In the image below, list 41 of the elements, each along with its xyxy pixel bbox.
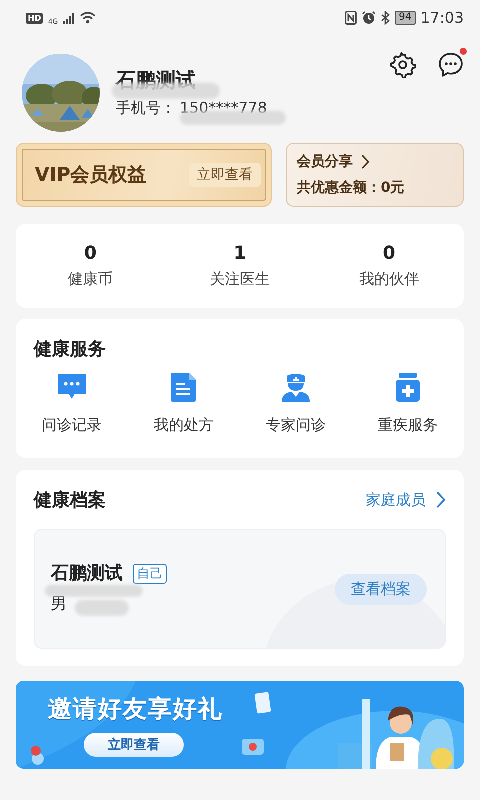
nurse-icon — [280, 372, 312, 404]
stat-label: 关注医生 — [210, 270, 270, 289]
stat-value: 1 — [234, 243, 246, 264]
chevron-icon — [436, 491, 446, 509]
alarm-icon — [362, 11, 376, 25]
service-item[interactable]: 我的处方 — [154, 416, 214, 435]
view-button[interactable]: 立即查看 — [189, 163, 261, 187]
redaction-blur — [75, 600, 129, 616]
family-members-link[interactable]: 家庭成员 — [366, 490, 426, 510]
savings-text: 共优惠金额：0元 — [297, 179, 406, 197]
phone-number: 150****778 — [180, 98, 268, 118]
service-item[interactable]: 专家问诊 — [266, 416, 326, 435]
bluetooth-icon — [381, 11, 390, 25]
nfc-icon — [345, 11, 358, 25]
share-card[interactable]: 会员分享 共优惠金额：0元 — [286, 143, 464, 207]
wifi-icon — [80, 12, 96, 24]
clock-time: 17:03 — [420, 9, 464, 27]
member-name: 石鹏测试 — [51, 564, 123, 584]
banner-title: 邀请好友享好礼 — [48, 694, 223, 725]
hd-indicator: HD — [26, 12, 44, 24]
vip-card[interactable]: VIP会员权益 立即查看 — [16, 143, 272, 207]
chevron-icon — [361, 154, 370, 170]
settings-icon[interactable] — [390, 52, 416, 78]
signal-icon — [63, 12, 76, 24]
stat-value: 0 — [84, 243, 97, 264]
self-tag: 自己 — [133, 564, 167, 584]
message-icon[interactable] — [438, 52, 464, 78]
stat-value: 0 — [383, 243, 396, 264]
view-button[interactable]: 立即查看 — [84, 733, 184, 757]
section-title: 健康服务 — [34, 338, 107, 361]
battery-level: 94 — [395, 11, 416, 25]
share-title: 会员分享 — [297, 153, 353, 171]
vip-title: VIP会员权益 — [35, 163, 147, 188]
stat-label: 我的伙伴 — [359, 270, 420, 289]
user-name: 石鹏测试 — [116, 68, 196, 90]
member-gender: 男 — [51, 594, 67, 614]
stat-label: 健康币 — [68, 270, 114, 289]
service-item[interactable]: 重疾服务 — [378, 416, 438, 435]
phone-label: 手机号： — [116, 98, 176, 118]
section-title: 健康档案 — [34, 489, 106, 512]
service-item[interactable]: 问诊记录 — [42, 416, 102, 435]
